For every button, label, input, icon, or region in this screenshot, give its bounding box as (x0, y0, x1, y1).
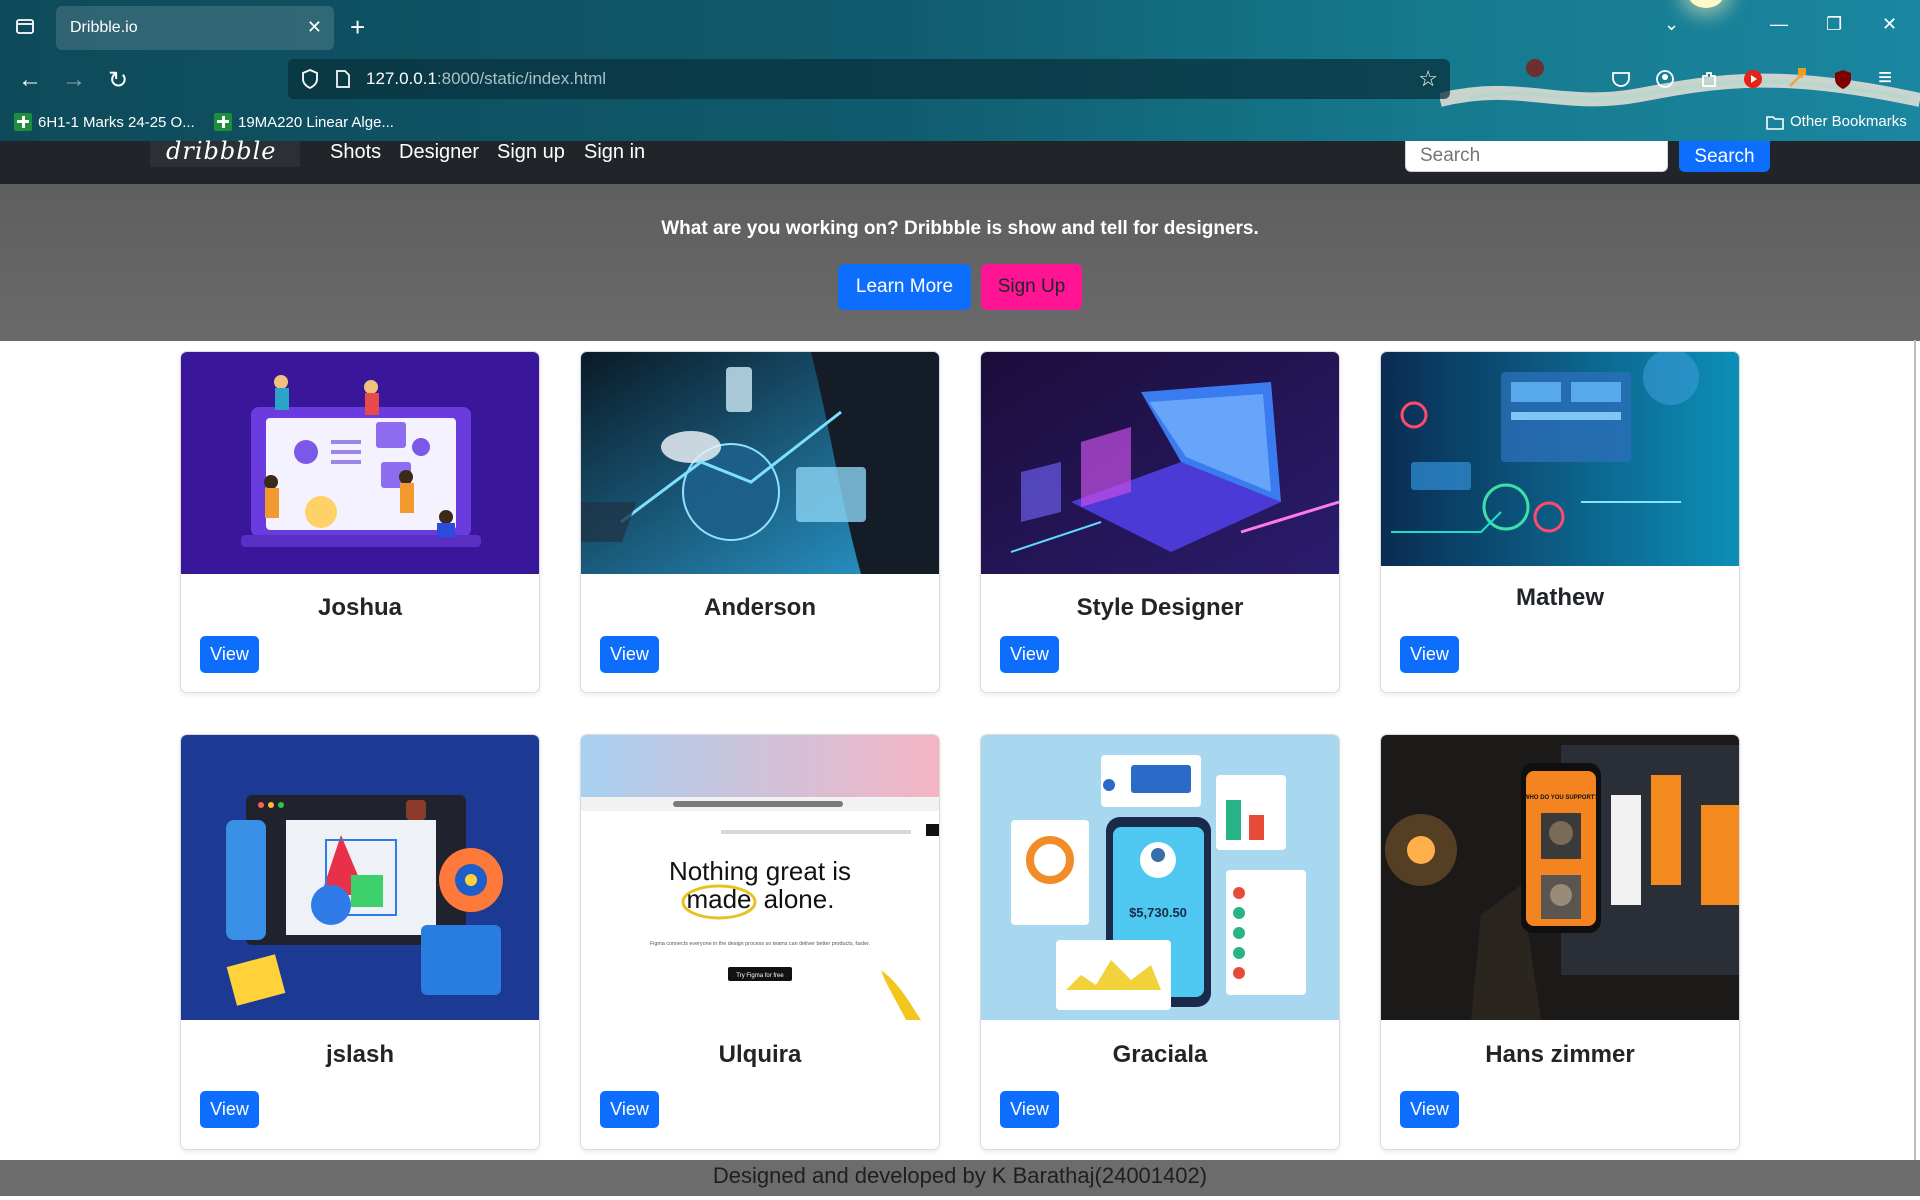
bookmark-label: 19MA220 Linear Alge... (238, 113, 394, 131)
extensions-icon[interactable] (1698, 68, 1720, 90)
card-title: Graciala (1112, 1041, 1208, 1068)
card-title: jslash (325, 1041, 395, 1068)
card-image-fintech-dashboard: $5,730.50 (981, 735, 1339, 1020)
url-bar[interactable]: 127.0.0.1:8000/static/index.html ☆ (288, 59, 1450, 99)
url-text[interactable]: 127.0.0.1:8000/static/index.html (366, 69, 606, 89)
view-button[interactable]: View (1000, 1091, 1059, 1128)
poster-text: WHO DO YOU SUPPORT? (1524, 795, 1599, 801)
card: Style Designer View (980, 351, 1340, 693)
card: Joshua View (180, 351, 540, 693)
tab-list-icon[interactable] (12, 15, 38, 41)
card-image-isometric-laptop (981, 352, 1339, 574)
hero-text: What are you working on? Dribbble is sho… (661, 218, 1259, 239)
pocket-icon[interactable] (1610, 68, 1632, 90)
card: Mathew View (1380, 351, 1740, 693)
account-icon[interactable] (1654, 68, 1676, 90)
page-info-icon[interactable] (334, 69, 352, 94)
view-button[interactable]: View (600, 636, 659, 673)
youtube-extension-icon[interactable] (1742, 68, 1764, 90)
card-title: Joshua (317, 594, 403, 621)
sheets-icon (214, 113, 232, 131)
shield-icon[interactable] (300, 68, 320, 95)
view-button[interactable]: View (600, 1091, 659, 1128)
nav-link-designer[interactable]: Designer (399, 141, 479, 164)
card: jslash View (180, 734, 540, 1150)
card: $5,730.50 Graciala View (980, 734, 1340, 1150)
card-image-phone-poster: WHO DO YOU SUPPORT? (1381, 735, 1739, 1020)
card-image-3d-design-tools (181, 735, 539, 1020)
nav-toolbar: ← → ↻ 127.0.0.1:8000/static/index.html ☆… (0, 56, 1920, 104)
tabs-dropdown-icon[interactable]: ⌄ (1664, 14, 1679, 35)
card: Anderson View (580, 351, 940, 693)
todo-extension-icon[interactable] (1786, 68, 1808, 90)
folder-icon (1766, 115, 1784, 130)
card-title: Style Designer (1076, 594, 1244, 621)
nav-link-sign-in[interactable]: Sign in (584, 141, 645, 164)
browser-tab[interactable]: Dribble.io ✕ (56, 6, 334, 50)
reload-icon[interactable]: ↻ (108, 66, 128, 95)
card: WHO DO YOU SUPPORT? Hans zimmer View (1380, 734, 1740, 1150)
page-scrollbar[interactable] (1914, 340, 1916, 1160)
ublock-icon[interactable] (1832, 68, 1854, 90)
tab-bar: Dribble.io ✕ + ⌄ — ❐ ✕ (0, 0, 1920, 56)
new-tab-icon[interactable]: + (350, 12, 365, 42)
brand-logo[interactable]: dribbble (150, 137, 300, 167)
card-title: Mathew (1515, 584, 1604, 611)
bookmarks-bar: 6H1-1 Marks 24-25 O... 19MA220 Linear Al… (0, 104, 1920, 141)
figma-headline-line1: Nothing great is (669, 856, 851, 886)
bookmark-item[interactable]: 6H1-1 Marks 24-25 O... (14, 113, 195, 131)
search-button[interactable]: Search (1679, 141, 1770, 172)
figma-cta: Try Figma for free (736, 973, 784, 979)
forward-icon[interactable]: → (62, 66, 86, 94)
search-input[interactable] (1405, 141, 1668, 172)
card: Nothing great is made alone. Figma conne… (580, 734, 940, 1150)
card-image-cyber-interface (1381, 352, 1739, 566)
menu-icon[interactable]: ≡ (1878, 64, 1892, 92)
view-button[interactable]: View (1000, 636, 1059, 673)
tab-close-icon[interactable]: ✕ (307, 17, 322, 38)
bookmark-item[interactable]: 19MA220 Linear Alge... (214, 113, 394, 131)
browser-chrome: Dribble.io ✕ + ⌄ — ❐ ✕ ← → ↻ 127.0.0.1:8… (0, 0, 1920, 141)
tab-title: Dribble.io (70, 19, 138, 36)
view-button[interactable]: View (1400, 1091, 1459, 1128)
url-host: 127.0.0.1 (366, 69, 437, 88)
footer: Designed and developed by K Barathaj(240… (0, 1160, 1920, 1196)
card-image-tech-globe (581, 352, 939, 574)
hero-banner: What are you working on? Dribbble is sho… (0, 184, 1920, 341)
card-title: Hans zimmer (1485, 1041, 1635, 1068)
other-bookmarks-label: Other Bookmarks (1790, 113, 1907, 130)
bookmark-star-icon[interactable]: ☆ (1418, 66, 1438, 92)
close-window-icon[interactable]: ✕ (1882, 14, 1897, 35)
view-button[interactable]: View (200, 1091, 259, 1128)
card-title: Anderson (703, 594, 816, 621)
figma-headline-made: made (686, 884, 751, 914)
fintech-amount: $5,730.50 (1129, 905, 1187, 920)
figma-headline-alone: alone. (764, 884, 835, 914)
figma-subtext: Figma connects everyone in the design pr… (650, 941, 870, 947)
card-image-figma-site: Nothing great is made alone. Figma conne… (581, 735, 939, 1020)
minimize-icon[interactable]: — (1770, 14, 1788, 35)
learn-more-button[interactable]: Learn More (838, 264, 971, 310)
sign-up-button[interactable]: Sign Up (981, 264, 1082, 310)
view-button[interactable]: View (1400, 636, 1459, 673)
view-button[interactable]: View (200, 636, 259, 673)
card-title: Ulquira (718, 1041, 802, 1068)
brand-text: dribbble (166, 137, 277, 165)
sheets-icon (14, 113, 32, 131)
bookmark-label: 6H1-1 Marks 24-25 O... (38, 113, 195, 131)
back-icon[interactable]: ← (18, 66, 42, 94)
other-bookmarks[interactable]: Other Bookmarks (1766, 113, 1907, 130)
restore-icon[interactable]: ❐ (1826, 14, 1842, 35)
nav-link-shots[interactable]: Shots (330, 141, 381, 164)
site-navbar: dribbble Shots Designer Sign up Sign in … (0, 137, 1920, 184)
nav-link-sign-up[interactable]: Sign up (497, 141, 565, 164)
url-path: :8000/static/index.html (436, 69, 607, 88)
card-image-team-illustration (181, 352, 539, 574)
